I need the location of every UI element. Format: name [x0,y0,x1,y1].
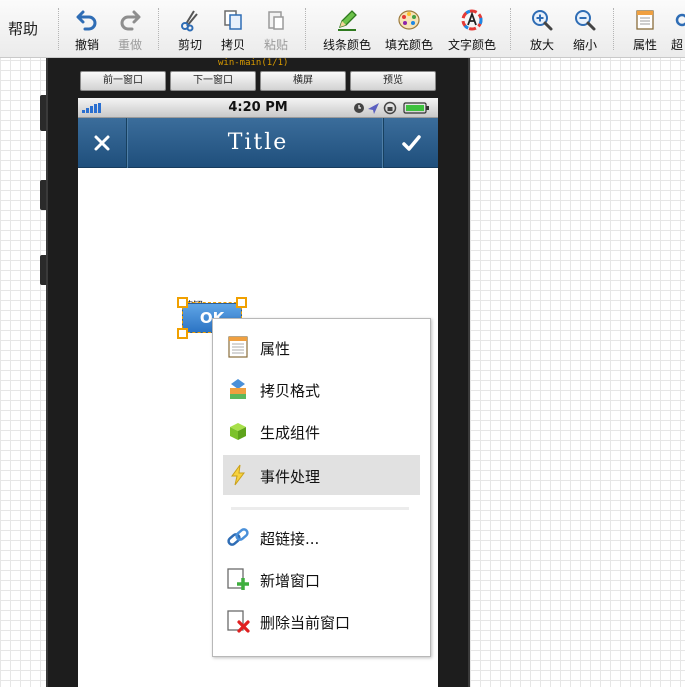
line-color-button[interactable]: 线条颜色 [318,6,376,54]
link-icon [675,13,685,27]
copy-icon [224,10,242,30]
properties-sheet-icon [636,10,654,30]
paste-icon [268,11,284,30]
landscape-button[interactable]: 横屏 [260,71,346,91]
menu-item-generate-component[interactable]: 生成组件 [223,411,420,451]
clock-icon [354,103,364,113]
zoom-out-button[interactable]: 缩小 [559,6,611,54]
menu-item-label: 超链接... [260,530,320,548]
paint-palette-icon [398,10,420,30]
properties-icon [228,336,248,358]
close-icon [94,135,110,151]
toolbar-separator [305,8,306,50]
status-bar: 4:20 PM [78,98,438,118]
context-menu: 属性 拷贝格式 生成组件 事件处理 超链接... 新增窗口 删除当前窗口 [212,318,431,657]
resize-handle-top-right[interactable] [236,297,247,308]
generate-component-icon [230,423,246,440]
menu-separator [231,507,409,510]
menu-item-label: 新增窗口 [260,572,321,590]
nav-confirm-button[interactable] [383,118,438,168]
prev-window-button[interactable]: 前一窗口 [80,71,166,91]
resize-handle-bottom-left[interactable] [177,328,188,339]
preview-button[interactable]: 预览 [350,71,436,91]
menu-item-label: 生成组件 [260,424,321,442]
toolbar-separator [510,8,511,50]
toolbar-separator [58,8,59,50]
text-color-wheel-icon [461,9,483,31]
menu-item-copy-format[interactable]: 拷贝格式 [223,369,420,409]
hyperlink-chain-icon [227,528,249,546]
redo-icon [120,10,141,31]
copy-format-icon [230,379,246,399]
pencil-icon [338,10,357,31]
menu-item-event-handling[interactable]: 事件处理 [223,455,420,495]
nav-close-button[interactable] [78,118,127,168]
fill-color-label: 填充颜色 [384,38,433,52]
redo-label: 重做 [117,38,142,52]
resize-handle-top-left[interactable] [177,297,188,308]
menu-item-label: 事件处理 [260,468,321,486]
toolbar-separator [613,8,614,50]
menu-item-delete-window[interactable]: 删除当前窗口 [223,601,420,641]
help-menu[interactable]: 帮助 [8,18,38,39]
menu-item-label: 删除当前窗口 [260,614,351,632]
window-indicator: win-main(1/1) [218,58,289,68]
checkmark-icon [402,135,421,151]
next-window-button[interactable]: 下一窗口 [170,71,256,91]
navigation-bar: Title [78,118,438,168]
toolbar-separator [158,8,159,50]
main-toolbar: 帮助 撤销 重做 剪切 拷贝 粘贴 线条颜色 填充颜色 文字颜色 放大 缩小 属… [0,0,685,58]
status-icons [354,101,429,115]
new-window-icon [227,568,249,590]
redo-button[interactable]: 重做 [104,6,156,54]
hyperlink-label: 超 [671,38,684,52]
text-color-button[interactable]: 文字颜色 [443,6,501,54]
menu-item-hyperlink[interactable]: 超链接... [223,517,420,557]
zoom-in-icon [532,10,553,31]
menu-item-label: 拷贝格式 [260,382,321,400]
line-color-label: 线条颜色 [322,38,371,52]
zoom-out-icon [575,10,596,31]
menu-item-label: 属性 [260,340,291,358]
paste-button[interactable]: 粘贴 [250,6,302,54]
fill-color-button[interactable]: 填充颜色 [380,6,438,54]
delete-window-icon [227,610,250,633]
hyperlink-button[interactable]: 超 [662,6,685,54]
undo-icon [76,10,97,31]
menu-item-properties[interactable]: 属性 [223,327,420,367]
location-arrow-icon [368,103,379,114]
rotation-lock-icon [383,101,397,115]
menu-item-new-window[interactable]: 新增窗口 [223,559,420,599]
scissors-icon [181,10,198,32]
zoom-out-label: 缩小 [572,38,597,52]
battery-icon [403,102,429,114]
text-color-label: 文字颜色 [447,38,496,52]
event-lightning-icon [231,464,245,486]
paste-label: 粘贴 [263,38,288,52]
